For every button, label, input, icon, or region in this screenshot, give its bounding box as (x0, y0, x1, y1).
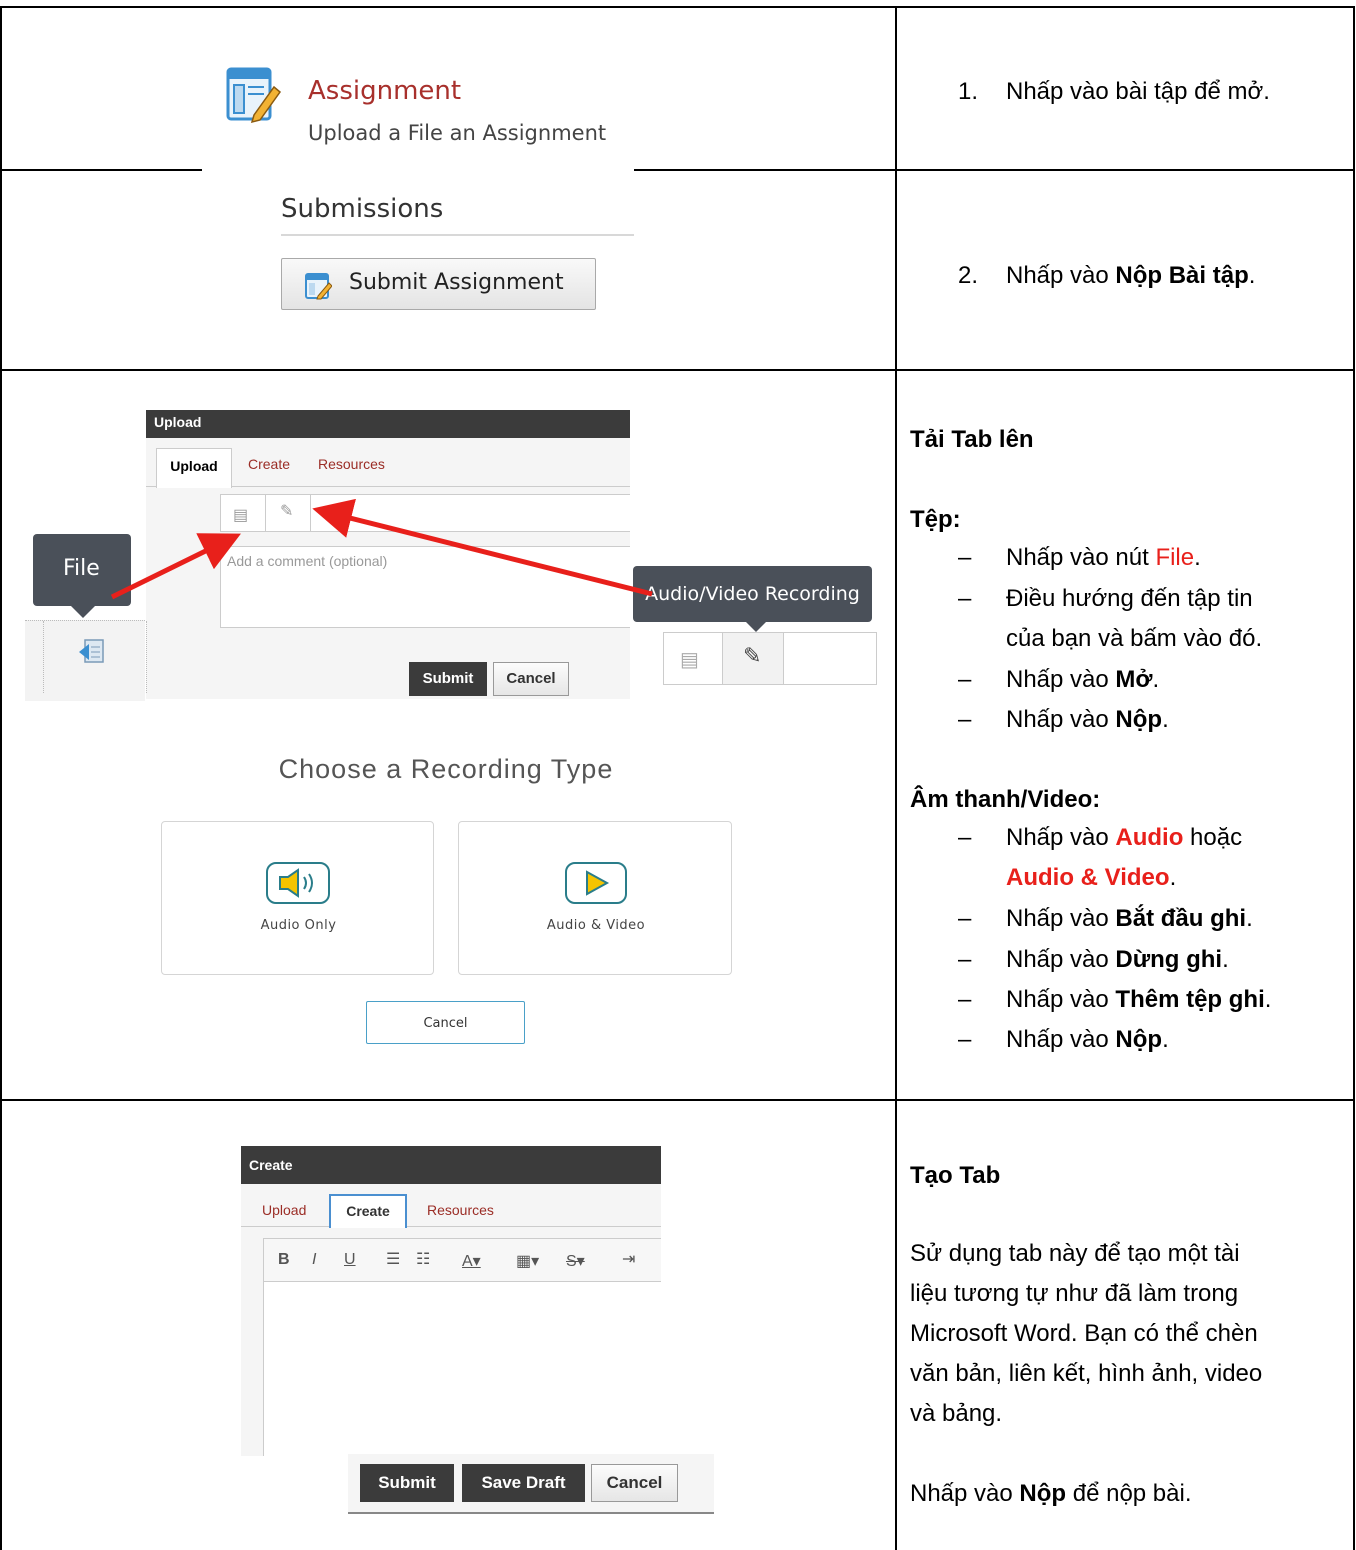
step-1-text: Nhấp vào bài tập để mở. (1006, 78, 1270, 105)
av-step-1a: Nhấp vào Audio hoặc (1006, 824, 1243, 851)
tab-upload[interactable]: Upload (262, 1202, 306, 1218)
av-section-heading: Âm thanh/Video: (910, 786, 1101, 813)
editor-toolbar: B I U ☰ ☷ A▾ ▦▾ S▾ ⇥ (263, 1238, 661, 1282)
speaker-icon (266, 862, 330, 904)
arrow-av (312, 498, 653, 597)
create-paragraph-line-5: và bảng. (910, 1400, 1003, 1427)
numbered-list-icon[interactable]: ☷ (416, 1249, 430, 1269)
tab-create[interactable]: Create (329, 1194, 407, 1228)
create-final-instruction: Nhấp vào Nộp để nộp bài. (910, 1480, 1192, 1507)
arrow-file (110, 533, 241, 600)
audio-video-label: Audio & Video (546, 918, 646, 933)
create-paragraph-line-1: Sử dụng tab này để tạo một tài (910, 1240, 1240, 1267)
upload-tab-heading: Tải Tab lên (910, 426, 1034, 453)
file-step-2a: Điều hướng đến tập tin (1006, 585, 1253, 612)
audio-only-card[interactable]: Audio Only (161, 821, 434, 975)
create-submit-button[interactable]: Submit (360, 1464, 454, 1502)
bullet-list-icon[interactable]: ☰ (386, 1249, 400, 1269)
recording-cancel-button[interactable]: Cancel (366, 1001, 525, 1044)
av-step-dash-5: – (958, 1026, 972, 1053)
underline-button[interactable]: U (344, 1251, 356, 1269)
create-panel-title: Create (241, 1146, 661, 1184)
step-2-number: 2. (958, 262, 979, 289)
save-draft-button[interactable]: Save Draft (462, 1464, 585, 1502)
audio-video-card[interactable]: Audio & Video (458, 821, 732, 975)
step-2-text: Nhấp vào Nộp Bài tập. (1006, 262, 1256, 289)
av-step-3: Nhấp vào Dừng ghi. (1006, 946, 1229, 973)
indent-icon[interactable]: ⇥ (622, 1249, 635, 1269)
strikethrough-icon[interactable]: S▾ (566, 1251, 585, 1271)
av-step-dash-1: – (958, 824, 972, 851)
table-border-right (1353, 6, 1355, 1550)
create-tabs-baseline (241, 1226, 661, 1227)
file-step-dash-3: – (958, 666, 972, 693)
av-step-dash-3: – (958, 946, 972, 973)
highlight-icon[interactable]: ▦▾ (516, 1251, 539, 1271)
av-step-1b: Audio & Video. (1006, 864, 1177, 891)
audio-only-label: Audio Only (260, 918, 337, 933)
file-step-2b: của bạn và bấm vào đó. (1006, 625, 1263, 652)
create-paragraph-line-4: văn bản, liên kết, hình ảnh, video (910, 1360, 1263, 1387)
italic-button[interactable]: I (312, 1251, 316, 1269)
av-step-5: Nhấp vào Nộp. (1006, 1026, 1169, 1053)
file-step-1: Nhấp vào nút File. (1006, 544, 1201, 571)
recording-type-heading: Choose a Recording Type (278, 754, 614, 784)
editor-body[interactable] (263, 1282, 661, 1456)
create-tab-heading: Tạo Tab (910, 1162, 1001, 1189)
step-1-number: 1. (958, 78, 979, 105)
file-step-dash-1: – (958, 544, 972, 571)
create-cancel-button[interactable]: Cancel (591, 1464, 678, 1502)
create-paragraph-line-2: liệu tương tự như đã làm trong (910, 1280, 1239, 1307)
av-step-dash-4: – (958, 986, 972, 1013)
create-paragraph-line-3: Microsoft Word. Bạn có thể chèn (910, 1320, 1258, 1347)
play-icon (565, 862, 627, 904)
create-buttons-bar: Submit Save Draft Cancel (348, 1454, 714, 1514)
file-step-3: Nhấp vào Mở. (1006, 666, 1160, 693)
file-step-dash-4: – (958, 706, 972, 733)
av-step-4: Nhấp vào Thêm tệp ghi. (1006, 986, 1272, 1013)
file-step-4: Nhấp vào Nộp. (1006, 706, 1169, 733)
font-color-icon[interactable]: A▾ (462, 1251, 481, 1271)
av-step-2: Nhấp vào Bắt đầu ghi. (1006, 905, 1253, 932)
create-panel: Create Upload Create Resources B I U ☰ ☷… (241, 1146, 661, 1456)
table-row-divider-3 (0, 1099, 1355, 1101)
annotation-arrows (110, 498, 653, 600)
file-section-heading: Tệp: (910, 506, 961, 533)
file-step-dash-2: – (958, 585, 972, 612)
tab-resources[interactable]: Resources (427, 1202, 494, 1218)
bold-button[interactable]: B (278, 1251, 290, 1269)
av-step-dash-2: – (958, 905, 972, 932)
